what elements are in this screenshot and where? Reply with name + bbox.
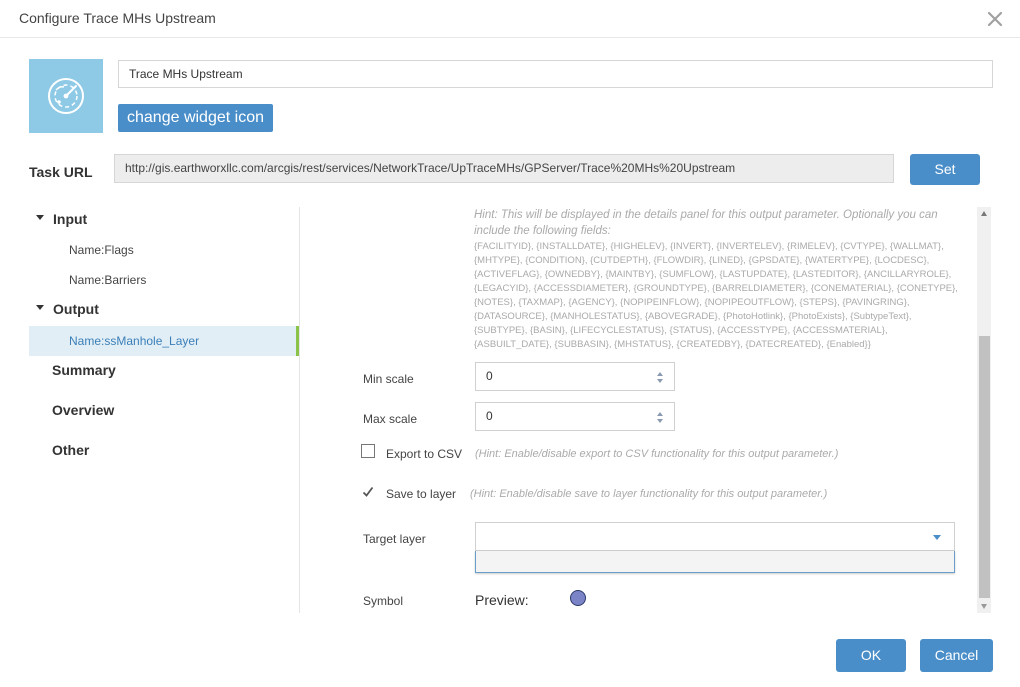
widget-name-input[interactable] [118, 60, 993, 88]
min-scale-label: Min scale [363, 372, 414, 386]
scroll-down-icon[interactable] [981, 604, 987, 609]
set-button[interactable]: Set [910, 154, 980, 185]
chevron-down-icon [933, 535, 941, 540]
close-icon[interactable] [986, 10, 1004, 28]
symbol-preview-dot[interactable] [570, 590, 586, 606]
widget-icon-preview [29, 59, 103, 133]
min-scale-input[interactable]: 0 [475, 362, 675, 391]
export-csv-label: Export to CSV [386, 447, 463, 461]
field-list: {FACILITYID}, {INSTALLDATE}, {HIGHELEV},… [474, 241, 958, 350]
export-csv-hint: (Hint: Enable/disable export to CSV func… [475, 448, 839, 460]
change-widget-icon-button[interactable]: change widget icon [118, 104, 273, 132]
save-to-layer-checkbox[interactable] [361, 485, 375, 499]
target-layer-select[interactable] [475, 522, 955, 551]
target-layer-dropdown[interactable] [475, 551, 955, 573]
parameter-tree: Input Name:Flags Name:Barriers Output Na… [29, 205, 299, 613]
task-url-field[interactable]: http://gis.earthworxllc.com/arcgis/rest/… [114, 154, 894, 183]
dialog-title: Configure Trace MHs Upstream [19, 10, 216, 26]
tree-item-other[interactable]: Other [52, 442, 89, 458]
dialog-titlebar: Configure Trace MHs Upstream [0, 0, 1020, 38]
tree-item-ssmanhole-layer[interactable]: Name:ssManhole_Layer [29, 326, 299, 356]
cancel-button[interactable]: Cancel [920, 639, 993, 672]
radar-trace-icon [48, 78, 84, 114]
preview-label: Preview: [475, 592, 529, 608]
export-csv-checkbox[interactable] [361, 444, 375, 458]
save-to-layer-label: Save to layer [386, 487, 457, 501]
output-config-panel: Hint: This will be displayed in the deta… [300, 207, 990, 613]
scroll-up-icon[interactable] [981, 211, 987, 216]
spinner-icon[interactable] [656, 371, 664, 384]
save-to-layer-hint: (Hint: Enable/disable save to layer func… [470, 488, 828, 500]
spinner-icon[interactable] [656, 411, 664, 424]
task-url-label: Task URL [29, 164, 93, 180]
tree-item-flags[interactable]: Name:Flags [29, 235, 299, 265]
tree-item-summary[interactable]: Summary [52, 362, 116, 378]
caret-down-icon [36, 305, 44, 310]
target-layer-label: Target layer [363, 532, 426, 546]
max-scale-input[interactable]: 0 [475, 402, 675, 431]
caret-down-icon [36, 215, 44, 220]
scrollbar-thumb[interactable] [979, 336, 990, 598]
ok-button[interactable]: OK [836, 639, 906, 672]
max-scale-label: Max scale [363, 412, 418, 426]
checkmark-icon [362, 486, 374, 497]
details-hint: Hint: This will be displayed in the deta… [474, 209, 938, 237]
tree-item-overview[interactable]: Overview [52, 402, 114, 418]
tree-item-barriers[interactable]: Name:Barriers [29, 265, 299, 295]
symbol-label: Symbol [363, 594, 404, 608]
